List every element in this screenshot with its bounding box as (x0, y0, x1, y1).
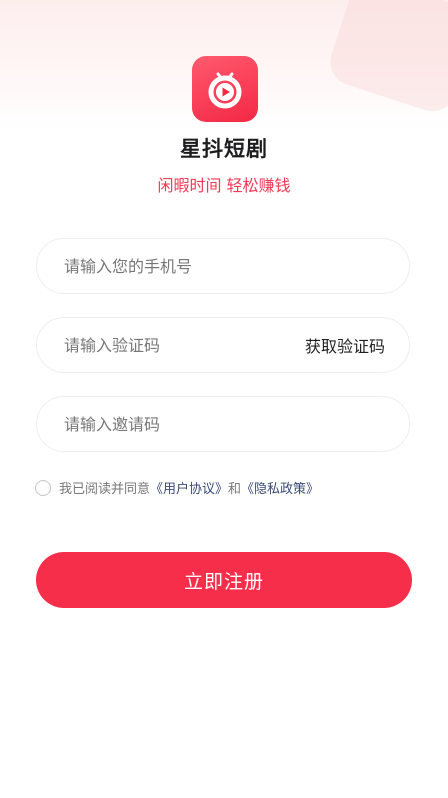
play-icon (208, 72, 242, 109)
phone-field[interactable] (36, 238, 410, 294)
get-code-button[interactable]: 获取验证码 (305, 333, 385, 357)
app-slogan: 闲暇时间 轻松赚钱 (157, 176, 291, 195)
agreement-row: 我已阅读并同意 《用户协议》 和 《隐私政策》 (35, 478, 319, 497)
register-button[interactable]: 立即注册 (36, 552, 412, 608)
app-title: 星抖短剧 (180, 137, 268, 161)
invite-field[interactable] (36, 396, 410, 452)
verification-code-input[interactable] (64, 335, 305, 355)
app-logo (192, 56, 258, 122)
code-field[interactable]: 获取验证码 (36, 317, 410, 373)
invite-code-input[interactable] (64, 414, 385, 434)
phone-input[interactable] (64, 256, 385, 276)
agreement-prefix: 我已阅读并同意 (59, 482, 151, 497)
agreement-checkbox[interactable] (35, 479, 51, 496)
privacy-policy-link[interactable]: 《隐私政策》 (241, 478, 319, 497)
agreement-connector: 和 (228, 482, 242, 497)
user-agreement-link[interactable]: 《用户协议》 (150, 478, 228, 497)
